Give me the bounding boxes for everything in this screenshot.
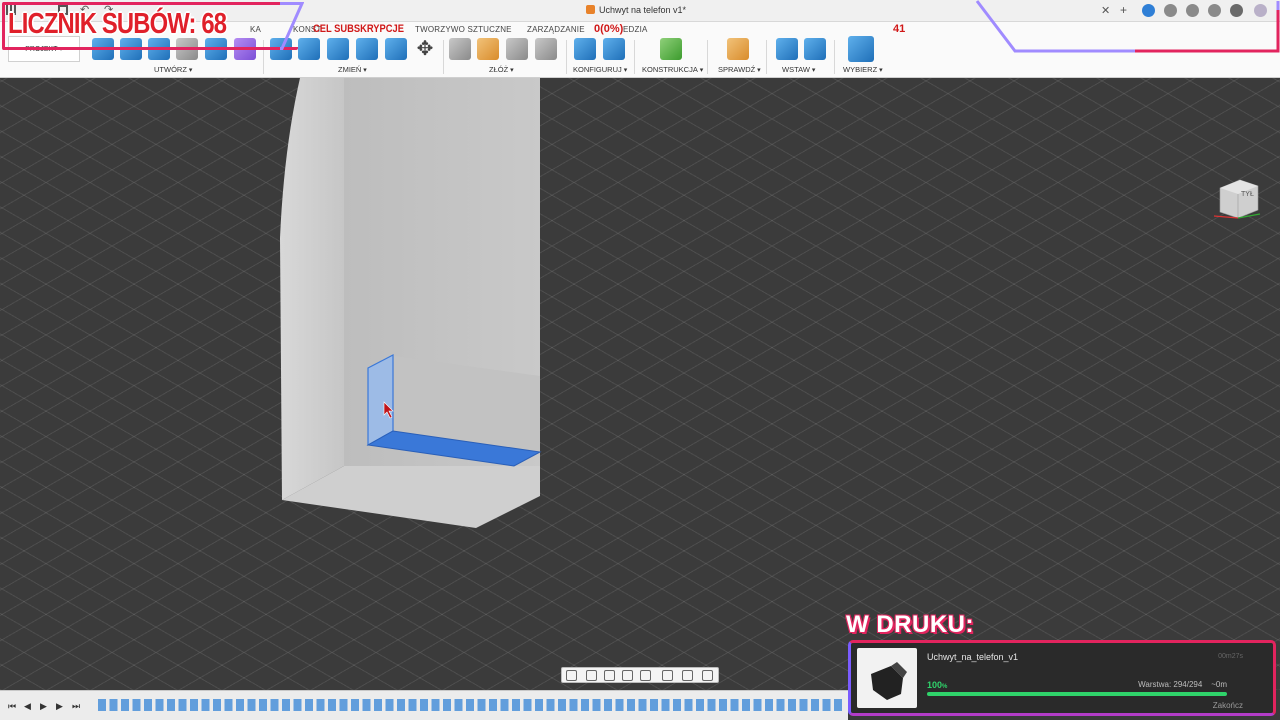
model-drawing: [280, 78, 542, 528]
timeline-prev-icon[interactable]: ◀: [24, 701, 31, 712]
document-tab[interactable]: Uchwyt na telefon v1*: [586, 5, 686, 15]
print-remaining: ~0m: [1211, 680, 1227, 689]
grid-icon[interactable]: [682, 670, 693, 681]
divider: [566, 40, 567, 74]
group-select[interactable]: WYBIERZ: [843, 65, 883, 74]
timeline: ⏮ ◀ ▶ ▶ ⏭: [0, 690, 848, 720]
configuration-table-icon[interactable]: [603, 38, 625, 60]
split-icon[interactable]: [385, 38, 407, 60]
print-progress-bar: [927, 692, 1227, 696]
offset-plane-icon[interactable]: [660, 38, 682, 60]
shell-icon[interactable]: [327, 38, 349, 60]
view-cube[interactable]: TYŁ: [1214, 176, 1262, 220]
subscription-goal-percent: 0(0%): [594, 23, 624, 35]
viewports-icon[interactable]: [702, 670, 713, 681]
timeline-last-icon[interactable]: ⏭: [72, 701, 80, 712]
print-thumbnail: [857, 648, 917, 708]
print-file-name: Uchwyt_na_telefon_v1: [927, 652, 1019, 662]
combine-icon[interactable]: [356, 38, 378, 60]
measure-icon[interactable]: [727, 38, 749, 60]
top-right-frame: [975, 0, 1280, 53]
configure-icon[interactable]: [574, 38, 596, 60]
group-create[interactable]: UTWÓRZ: [154, 65, 192, 74]
print-percent-value: 100: [927, 680, 943, 690]
group-construct[interactable]: KONSTRUKCJA: [642, 65, 703, 74]
new-component-icon[interactable]: [477, 38, 499, 60]
zoom-icon[interactable]: [622, 670, 633, 681]
as-built-joint-icon[interactable]: [506, 38, 528, 60]
look-at-icon[interactable]: [586, 670, 597, 681]
holder-curved-wall[interactable]: [280, 78, 344, 500]
joint-icon[interactable]: [449, 38, 471, 60]
document-title: Uchwyt na telefon v1*: [599, 5, 687, 15]
fit-icon[interactable]: [640, 670, 651, 681]
print-progress-fill: [927, 692, 1227, 696]
timeline-next-icon[interactable]: ▶: [56, 701, 63, 712]
subscription-goal-label: CEL SUBSKRYPCJE: [313, 23, 404, 35]
group-modify[interactable]: ZMIEŃ: [338, 65, 367, 74]
tab-plastic[interactable]: TWORZYWO SZTUCZNE: [415, 25, 512, 34]
print-layer: Warstwa: 294/294 ~0m: [1138, 680, 1227, 689]
insert-derive-icon[interactable]: [776, 38, 798, 60]
3d-viewport[interactable]: TYŁ: [0, 78, 1280, 690]
divider: [707, 40, 708, 74]
view-cube-face-label: TYŁ: [1241, 191, 1254, 198]
select-icon[interactable]: [848, 36, 874, 62]
print-finish-label[interactable]: Zakończ: [1213, 701, 1243, 710]
subscriber-counter: LICZNIK SUBÓW: 68: [8, 8, 227, 40]
phone-holder-thumbnail-icon: [871, 662, 907, 700]
print-layer-value: Warstwa: 294/294: [1138, 680, 1203, 689]
display-settings-icon[interactable]: [662, 670, 673, 681]
timeline-first-icon[interactable]: ⏮: [8, 701, 16, 712]
divider: [766, 40, 767, 74]
print-status-card: Uchwyt_na_telefon_v1 00m27s 100% Warstwa…: [848, 640, 1276, 716]
tab-tools[interactable]: EDZIA: [623, 25, 648, 34]
subscriber-frame-corner: [280, 2, 304, 50]
group-insert[interactable]: WSTAW: [782, 65, 815, 74]
document-icon: [586, 5, 595, 14]
divider: [443, 40, 444, 74]
navigation-bar: [561, 667, 719, 683]
move-icon[interactable]: ✥: [414, 38, 436, 60]
timeline-play-icon[interactable]: ▶: [40, 701, 47, 712]
view-cube-shape: [1214, 179, 1261, 219]
divider: [634, 40, 635, 74]
orbit-icon[interactable]: [566, 670, 577, 681]
divider: [834, 40, 835, 74]
timeline-features[interactable]: [98, 699, 843, 711]
tab-manage[interactable]: ZARZĄDZANIE: [527, 25, 585, 34]
group-assemble[interactable]: ZŁÓŻ: [489, 65, 514, 74]
subscription-goal-count: 41: [893, 23, 906, 35]
pan-icon[interactable]: [604, 670, 615, 681]
print-percent: 100%: [927, 680, 947, 690]
print-status-heading: W DRUKU:: [846, 611, 974, 638]
group-inspect[interactable]: SPRAWDŹ: [718, 65, 761, 74]
insert-image-icon[interactable]: [804, 38, 826, 60]
selected-face-side[interactable]: [367, 354, 394, 447]
print-percent-unit: %: [942, 684, 948, 690]
joint-origin-icon[interactable]: [535, 38, 557, 60]
print-elapsed-time: 00m27s: [1218, 653, 1243, 660]
group-configure[interactable]: KONFIGURUJ: [573, 65, 627, 74]
